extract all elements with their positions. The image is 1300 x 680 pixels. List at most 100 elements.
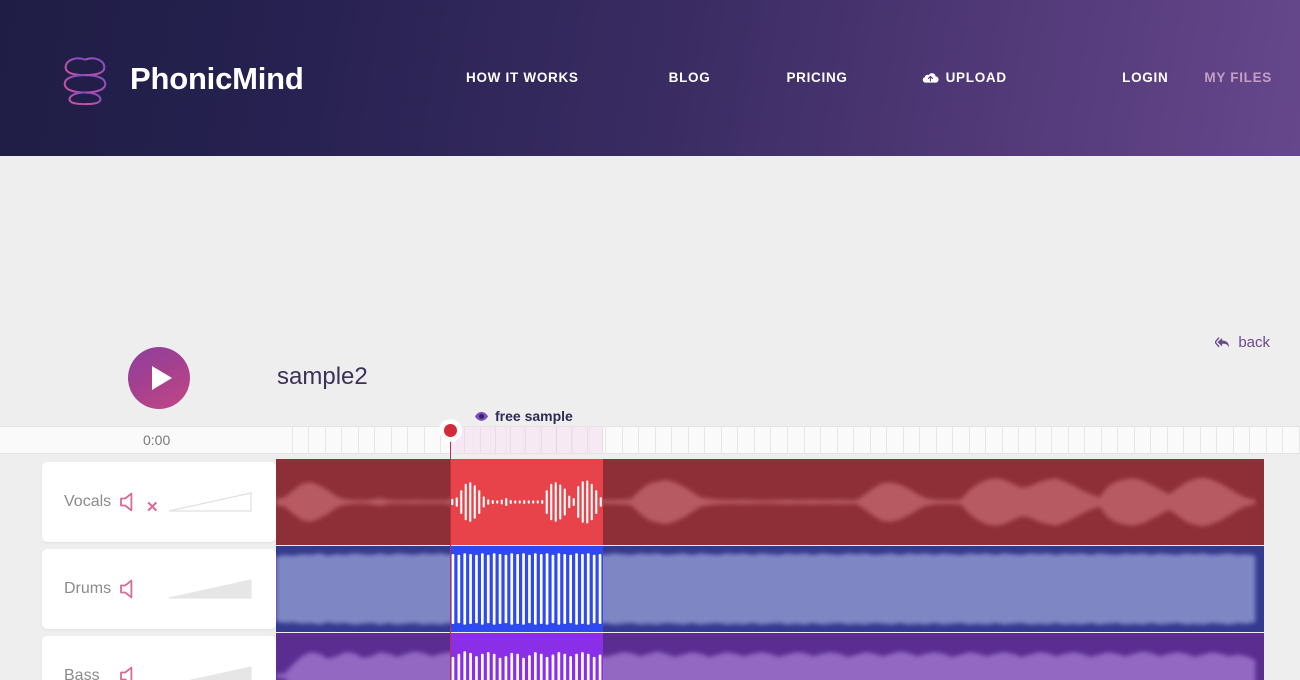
ruler-tick [542, 427, 557, 453]
track-drums-mute-toggle[interactable] [118, 578, 162, 600]
ruler-tick [481, 427, 496, 453]
brand-name: PhonicMind [130, 61, 304, 97]
track-vocals-free-sample-clip [450, 459, 603, 545]
ruler-tick [375, 427, 392, 453]
ruler-tick [392, 427, 409, 453]
ruler-tick [755, 427, 772, 453]
track-drums: Drums [0, 546, 1300, 632]
ruler-tick [970, 427, 987, 453]
track-bass-volume-slider[interactable] [168, 663, 252, 680]
ruler-tick [920, 427, 937, 453]
ruler-tick [465, 427, 480, 453]
brand-logo-group[interactable]: PhonicMind [56, 50, 304, 108]
ruler-tick [276, 427, 293, 453]
free-sample-badge: free sample [474, 408, 573, 424]
ruler-tick [408, 427, 425, 453]
ruler-tick [342, 427, 359, 453]
track-vocals-waveform-base [276, 459, 1264, 545]
nav-how-it-works[interactable]: HOW IT WORKS [466, 70, 579, 85]
ruler-tick [937, 427, 954, 453]
play-icon [152, 366, 172, 390]
track-bass-free-sample-clip [450, 633, 603, 680]
ruler-free-sample-region [450, 427, 603, 453]
waveform-free-sample [450, 546, 603, 632]
track-drums-waveform-base [276, 546, 1264, 632]
nav-blog-label: BLOG [669, 70, 711, 85]
eye-icon [474, 411, 489, 422]
track-drums-volume-slider[interactable] [168, 576, 252, 602]
current-time: 0:00 [143, 432, 170, 448]
ruler-tick [722, 427, 739, 453]
ruler-tick [557, 427, 572, 453]
ruler-tick [425, 427, 442, 453]
track-bass-label: Bass [42, 667, 118, 680]
track-vocals-mute-toggle[interactable]: ✕ [118, 491, 162, 513]
account-nav: LOGIN MY FILES [1122, 70, 1272, 85]
ruler-tick [623, 427, 640, 453]
playhead[interactable] [450, 426, 451, 680]
free-sample-label: free sample [495, 408, 573, 424]
waveform-background [276, 546, 1264, 632]
ruler-tick [904, 427, 921, 453]
ruler-tick [1003, 427, 1020, 453]
ruler-tick [788, 427, 805, 453]
timeline-ruler[interactable]: 0:00 [0, 426, 1300, 454]
ruler-tick [672, 427, 689, 453]
track-vocals-volume-slider[interactable] [168, 489, 252, 515]
ruler-tick [986, 427, 1003, 453]
track-bass-waveform[interactable] [276, 633, 1264, 680]
cloud-upload-icon [922, 71, 939, 84]
waveform-background [276, 633, 1264, 680]
track-drums-label: Drums [42, 580, 118, 598]
waveform-free-sample [450, 459, 603, 545]
login-link[interactable]: LOGIN [1122, 70, 1168, 85]
nav-upload[interactable]: UPLOAD [922, 70, 1007, 85]
track-drums-waveform[interactable] [276, 546, 1264, 632]
ruler-tick [1168, 427, 1185, 453]
ruler-tick [1052, 427, 1069, 453]
ruler-tick [689, 427, 706, 453]
play-button[interactable] [128, 347, 190, 409]
track-vocals-label: Vocals [42, 493, 118, 511]
ruler-tick [1234, 427, 1251, 453]
track-vocals-waveform[interactable] [276, 459, 1264, 545]
ruler-tick [1217, 427, 1234, 453]
ruler-tick [821, 427, 838, 453]
my-files-link[interactable]: MY FILES [1204, 70, 1272, 85]
ruler-tick [1036, 427, 1053, 453]
nav-pricing-label: PRICING [786, 70, 847, 85]
ruler-tick [526, 427, 541, 453]
ruler-tick [572, 427, 587, 453]
ruler-tick [496, 427, 511, 453]
ruler-sample-ticks [450, 427, 603, 453]
track-bass-waveform-base [276, 633, 1264, 680]
ruler-tick [705, 427, 722, 453]
ruler-tick [871, 427, 888, 453]
player-page: back sample2 free sample 0:00 Vocals✕Dru… [0, 156, 1300, 680]
speaker-icon [118, 578, 144, 600]
ruler-tick [639, 427, 656, 453]
ruler-tick [1201, 427, 1218, 453]
ruler-tick [1102, 427, 1119, 453]
player-header: sample2 [0, 344, 1300, 414]
ruler-tick [1267, 427, 1284, 453]
track-list: Vocals✕DrumsBassOther [0, 459, 1300, 680]
ruler-tick [1118, 427, 1135, 453]
nav-blog[interactable]: BLOG [669, 70, 711, 85]
nav-how-it-works-label: HOW IT WORKS [466, 70, 579, 85]
ruler-tick [838, 427, 855, 453]
nav-pricing[interactable]: PRICING [786, 70, 847, 85]
speaker-icon [118, 665, 144, 680]
track-drums-free-sample-clip [450, 546, 603, 632]
ruler-tick [1135, 427, 1152, 453]
ruler-ticks [276, 427, 1300, 453]
track-bass-panel: Bass [42, 636, 276, 680]
ruler-tick [854, 427, 871, 453]
ruler-tick [887, 427, 904, 453]
ruler-tick [1184, 427, 1201, 453]
waveform-background [276, 459, 1264, 545]
playhead-handle[interactable] [444, 424, 457, 437]
brain-logo-icon [56, 50, 114, 108]
track-bass-mute-toggle[interactable] [118, 665, 162, 680]
ruler-tick [1069, 427, 1086, 453]
